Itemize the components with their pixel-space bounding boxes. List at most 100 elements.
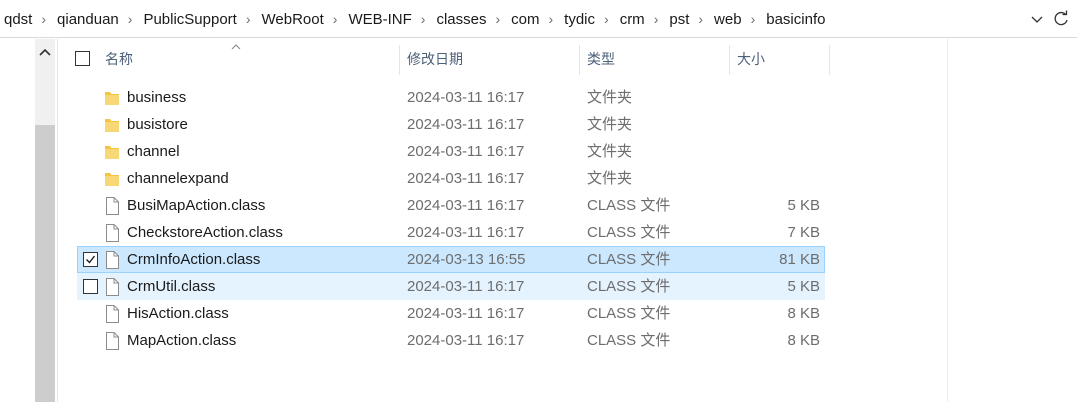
breadcrumb-separator-icon[interactable]: › [412,11,437,27]
file-size: 5 KB [787,197,820,214]
file-name: CheckstoreAction.class [127,224,283,241]
refresh-icon [1054,10,1068,26]
file-size: 81 KB [779,251,820,268]
breadcrumb-separator-icon[interactable]: › [540,11,565,27]
breadcrumb-item[interactable]: pst [669,11,689,28]
column-divider[interactable] [579,45,580,75]
breadcrumb-separator-icon[interactable]: › [486,11,511,27]
breadcrumb-item[interactable]: PublicSupport [143,11,236,28]
file-modified-date: 2024-03-11 16:17 [407,224,525,241]
column-type-label: 类型 [587,51,615,67]
file-row[interactable]: CrmInfoAction.class 2024-03-13 16:55 CLASS… [77,246,825,273]
file-modified-date: 2024-03-11 16:17 [407,143,525,160]
folder-icon [104,89,120,107]
refresh-button[interactable] [1051,9,1071,29]
file-icon [104,197,120,215]
file-row[interactable]: channelexpand 2024-03-11 16:17 文件夹 [77,165,825,192]
file-name: BusiMapAction.class [127,197,266,214]
breadcrumb-separator-icon[interactable]: › [689,11,714,27]
file-row[interactable]: BusiMapAction.class 2024-03-11 16:17 CLASS… [77,192,825,219]
file-modified-date: 2024-03-11 16:17 [407,170,525,187]
file-size: 8 KB [787,305,820,322]
file-type: 文件夹 [587,170,633,187]
breadcrumb-item[interactable]: tydic [564,11,595,28]
sort-ascending-icon [230,38,242,50]
column-divider[interactable] [729,45,730,75]
file-icon [104,278,120,296]
row-checkbox[interactable] [83,279,98,294]
file-row[interactable]: busistore 2024-03-11 16:17 文件夹 [77,111,825,138]
file-name: CrmInfoAction.class [127,251,261,268]
file-icon [104,305,120,323]
folder-icon [104,143,120,161]
scrollbar-thumb[interactable] [35,125,55,402]
breadcrumb-item[interactable]: crm [620,11,645,28]
address-history-dropdown[interactable] [1028,10,1046,28]
file-size: 7 KB [787,224,820,241]
file-type: CLASS 文件 [587,278,671,295]
column-size-label: 大小 [737,51,765,67]
file-modified-date: 2024-03-11 16:17 [407,332,525,349]
select-all-checkbox[interactable] [75,51,90,66]
breadcrumb-separator-icon[interactable]: › [595,11,620,27]
breadcrumb-item[interactable]: classes [436,11,486,28]
file-row[interactable]: MapAction.class 2024-03-11 16:17 CLASS 文件 8… [77,327,825,354]
breadcrumb: qdst › qianduan › PublicSupport › WebRoot › WEB-… [4,0,825,38]
pane-divider [57,39,58,402]
chevron-up-icon [39,48,51,56]
chevron-down-icon [1031,16,1043,23]
file-name: MapAction.class [127,332,237,349]
file-modified-date: 2024-03-13 16:55 [407,251,526,268]
breadcrumb-item[interactable]: WebRoot [262,11,324,28]
breadcrumb-separator-icon[interactable]: › [237,11,262,27]
file-row[interactable]: CheckstoreAction.class 2024-03-11 16:17 CL… [77,219,825,246]
file-type: 文件夹 [587,116,633,133]
breadcrumb-separator-icon[interactable]: › [119,11,144,27]
file-modified-date: 2024-03-11 16:17 [407,305,525,322]
column-header: 名称 修改日期 类型 大小 [58,39,948,79]
column-name-label: 名称 [105,51,133,67]
row-checkbox[interactable] [83,252,98,267]
file-modified-date: 2024-03-11 16:17 [407,197,525,214]
breadcrumb-item[interactable]: basicinfo [766,11,825,28]
column-header-modified[interactable]: 修改日期 [407,39,577,79]
file-row[interactable]: HisAction.class 2024-03-11 16:17 CLASS 文件 8… [77,300,825,327]
column-header-name[interactable]: 名称 [105,39,395,79]
file-row[interactable]: business 2024-03-11 16:17 文件夹 [77,84,825,111]
breadcrumb-separator-icon[interactable]: › [324,11,349,27]
column-divider[interactable] [399,45,400,75]
breadcrumb-item[interactable]: web [714,11,742,28]
file-type: CLASS 文件 [587,197,671,214]
file-size: 5 KB [787,278,820,295]
file-name: CrmUtil.class [127,278,216,295]
column-header-type[interactable]: 类型 [587,39,727,79]
breadcrumb-item[interactable]: WEB-INF [348,11,411,28]
content-edge [947,39,948,402]
file-name: channel [127,143,180,160]
column-modified-label: 修改日期 [407,51,463,67]
scroll-up-button[interactable] [35,42,55,62]
file-icon [104,224,120,242]
breadcrumb-separator-icon[interactable]: › [645,11,670,27]
file-type: 文件夹 [587,143,633,160]
breadcrumb-separator-icon[interactable]: › [742,11,767,27]
file-icon [104,251,120,269]
file-size: 8 KB [787,332,820,349]
file-name: HisAction.class [127,305,229,322]
address-bar[interactable]: qdst › qianduan › PublicSupport › WebRoot › WEB-… [0,0,1077,38]
breadcrumb-item[interactable]: com [511,11,539,28]
file-type: CLASS 文件 [587,305,671,322]
file-name: channelexpand [127,170,229,187]
breadcrumb-separator-icon[interactable]: › [32,11,57,27]
file-row[interactable]: CrmUtil.class 2024-03-11 16:17 CLASS 文件 5 K… [77,273,825,300]
file-modified-date: 2024-03-11 16:17 [407,89,525,106]
file-type: 文件夹 [587,89,633,106]
file-type: CLASS 文件 [587,251,671,268]
file-type: CLASS 文件 [587,332,671,349]
breadcrumb-item[interactable]: qdst [4,11,32,28]
file-row[interactable]: channel 2024-03-11 16:17 文件夹 [77,138,825,165]
file-name: business [127,89,187,106]
column-divider[interactable] [829,45,830,75]
breadcrumb-item[interactable]: qianduan [57,11,119,28]
column-header-size[interactable]: 大小 [737,39,827,79]
